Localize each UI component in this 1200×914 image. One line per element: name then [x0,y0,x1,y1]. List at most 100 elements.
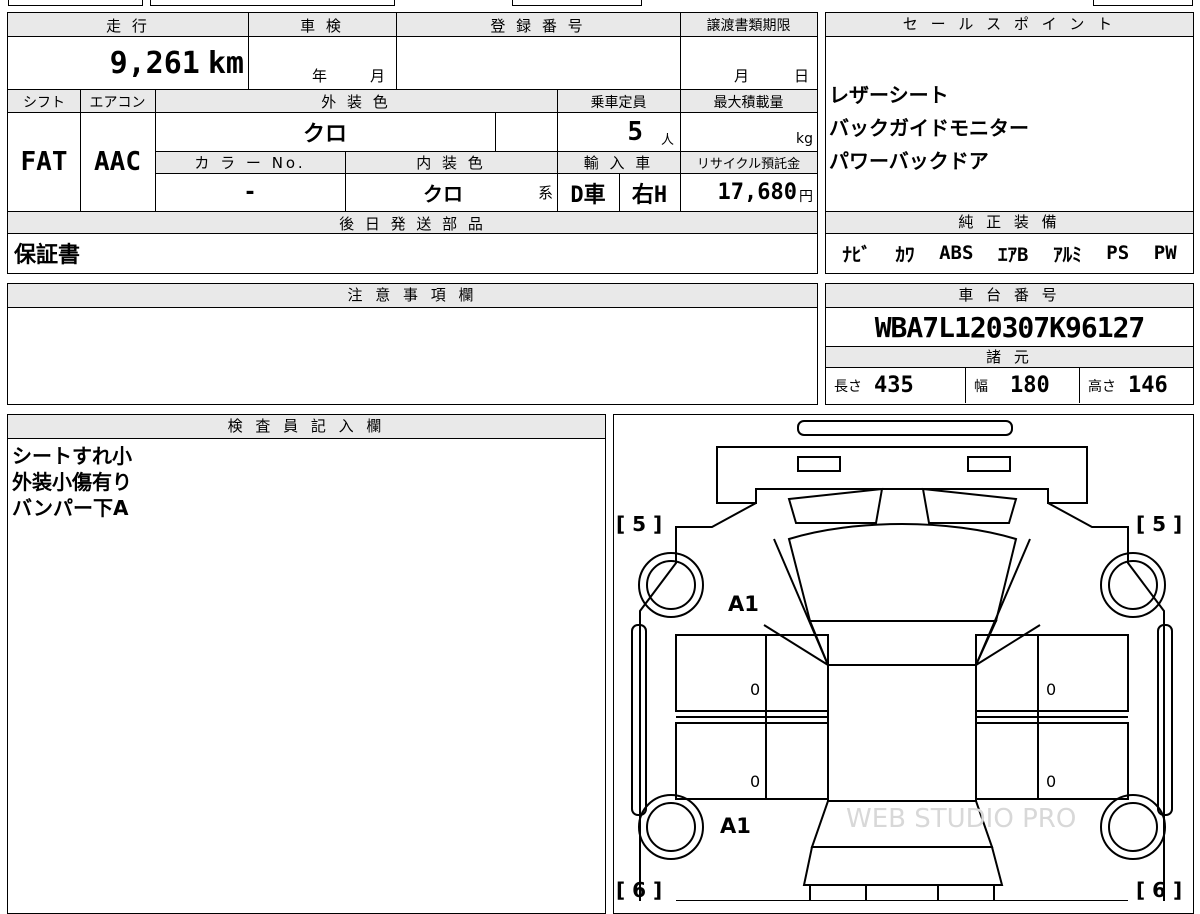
aircon-label: エアコン [89,94,146,111]
interior-color-label: 内 装 色 [416,154,486,172]
exterior-color-sub-cell [495,113,557,151]
shift-label: シフト [23,94,65,111]
grid-line [345,151,346,211]
top-strip [0,0,1200,8]
grid-line [248,13,249,89]
zero-mark: 0 [750,772,760,791]
inspector-note: バンパー下A [12,496,129,520]
spec-height: 高さ 146 [1079,368,1192,403]
mileage-label: 走 行 [106,16,150,35]
aircon-value: AAC [94,147,141,177]
import-value: D車 [570,182,606,208]
tread-front-right: [ 5 ] [1136,512,1182,536]
specs-row: 長さ 435 幅 180 高さ 146 [826,368,1193,403]
sales-points-label: セ ー ル ス ポ イ ン ト [826,13,1193,37]
spec-width: 幅 180 [965,368,1079,403]
spec-length: 長さ 435 [826,368,965,403]
spec-height-label: 高さ [1088,378,1116,395]
inspector-note: シートすれ小 [12,444,132,468]
recycle-unit: 円 [799,188,813,205]
import-label: 輸 入 車 [583,154,654,172]
car-body-outline [639,502,1165,901]
rear-bumper-left [809,884,867,901]
mileage-value: 9,261 [109,45,200,81]
inspection-year-unit: 年 [312,67,328,85]
front-bumper [716,446,1088,504]
equipment-label: 純 正 装 備 [826,212,1193,234]
top-strip-box-1 [8,0,143,6]
car-diagram: [ 5 ] [ 5 ] [ 6 ] [ 6 ] A1 A1 0 0 0 0 WE… [616,420,1182,901]
headlight-left [787,487,884,524]
capacity-unit: 人 [660,132,674,148]
fog-light-right [967,456,1011,472]
later-parts-value: 保証書 [14,243,81,268]
transfer-month-unit: 月 [734,67,750,85]
grid-line [680,13,681,89]
spec-width-label: 幅 [974,378,988,395]
steering-value: 右H [631,182,668,208]
front-bumper-strip [797,420,1013,436]
headlight-right [921,487,1018,524]
wheel-front-left [638,552,704,618]
chassis-number: WBA7L120307K96127 [874,310,1146,344]
wheel-front-right [1100,552,1166,618]
inspection-month-unit: 月 [370,67,386,85]
recycle-label: リサイクル預託金 [696,157,801,172]
chassis-label: 車 台 番 号 [826,284,1193,308]
specs-label: 諸 元 [826,346,1193,368]
capacity-label: 乗車定員 [590,94,647,111]
notes-label: 注 意 事 項 欄 [8,284,817,308]
sales-point-item: バックガイドモニター [829,116,1029,140]
inspector-notes: シートすれ小 外装小傷有り バンパー下A [12,443,132,521]
wheel-rear-right-inner [1108,802,1158,852]
spec-length-value: 435 [874,373,914,398]
spec-width-value: 180 [1010,373,1050,398]
sales-point-item: レザーシート [829,83,949,107]
equipment-item: PS [1106,242,1130,264]
wheel-rear-right [1100,794,1166,860]
transfer-day-unit: 日 [794,67,810,85]
grid-line [557,90,558,211]
interior-color-value: クロ [423,182,463,206]
equipment-item: ABS [939,242,974,264]
top-strip-box-3 [512,0,642,6]
damage-diagram-box: [ 5 ] [ 5 ] [ 6 ] [ 6 ] A1 A1 0 0 0 0 WE… [613,414,1194,914]
inspector-label: 検 査 員 記 入 欄 [8,415,605,439]
grid-line [396,13,397,89]
trunk [802,846,1004,886]
exterior-color-value: クロ [302,122,347,147]
notes-box: 注 意 事 項 欄 [7,283,818,405]
vehicle-info-grid: 走 行 車 検 登 録 番 号 譲渡書類期限 9,261 km 年 月 月 日 … [7,12,818,274]
capacity-value-cell: 5 人 [557,113,680,151]
color-no-value: - [243,180,257,205]
inspection-label: 車 検 [300,16,344,35]
watermark: WEB STUDIO PRO [846,804,1076,834]
tread-front-left: [ 5 ] [616,512,662,536]
fog-light-left [797,456,841,472]
inspector-note: 外装小傷有り [12,470,132,494]
top-strip-box-2 [150,0,395,6]
grid-line [155,90,156,211]
inspector-box: 検 査 員 記 入 欄 シートすれ小 外装小傷有り バンパー下A [7,414,606,914]
zero-mark: 0 [750,680,760,699]
max-load-label: 最大積載量 [713,94,784,111]
pillar-left [763,538,829,666]
equipment-list: ﾅﾋﾞ ｶﾜ ABS ｴｱB ｱﾙﾐ PS PW [826,235,1193,271]
registration-label: 登 録 番 号 [490,16,586,35]
capacity-value: 5 [627,117,643,147]
spec-height-value: 146 [1128,373,1168,398]
spec-length-label: 長さ [834,378,862,395]
grid-line [619,174,620,211]
shift-value: FAT [20,147,68,177]
max-load-value-cell: kg [680,113,817,151]
max-load-unit: kg [796,131,813,147]
later-parts-label: 後 日 発 送 部 品 [339,214,486,233]
mileage-value-cell: 9,261 km [8,37,248,89]
roof [827,664,977,802]
interior-color-suffix: 系 [537,184,553,202]
equipment-item: ｶﾜ [895,243,915,266]
interior-color-value-cell: クロ 系 [345,174,557,211]
door-front-right [975,634,1129,712]
recycle-value-cell: 17,680 円 [680,174,817,211]
inspection-value-cell: 年 月 [248,37,396,89]
